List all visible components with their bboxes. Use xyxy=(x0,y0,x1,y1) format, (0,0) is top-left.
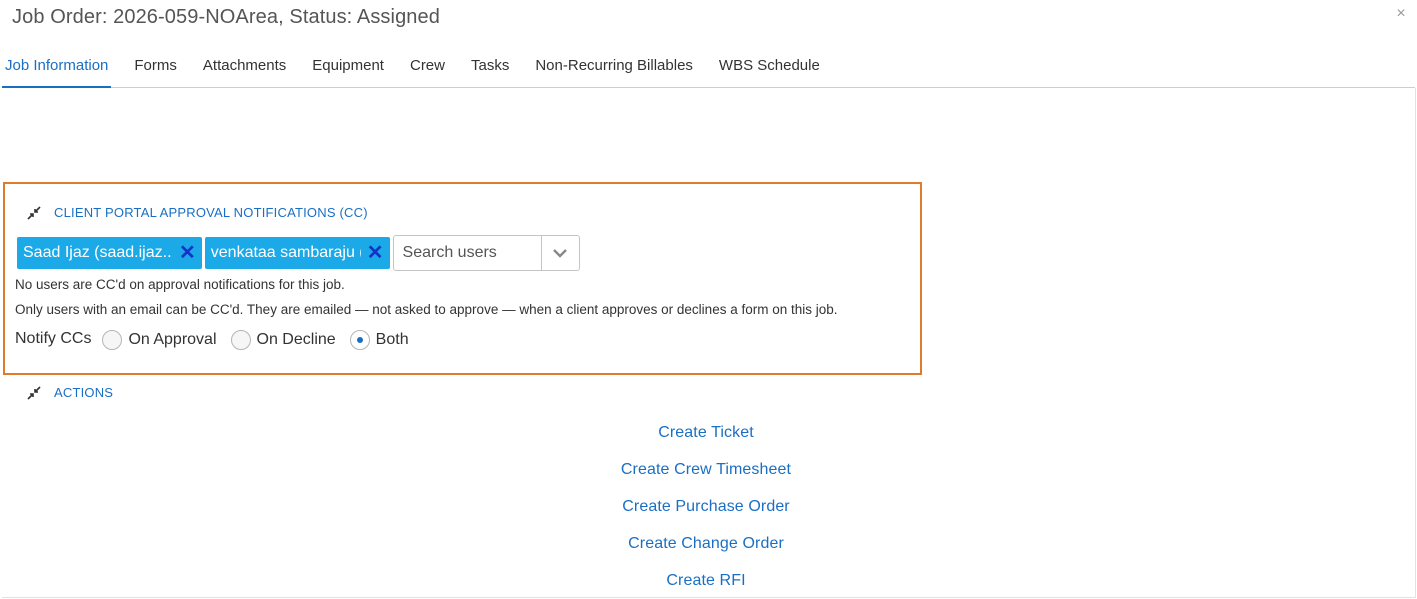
radio-button[interactable] xyxy=(102,330,123,350)
collapse-arrows-icon[interactable] xyxy=(27,205,41,220)
radio-both[interactable]: Both xyxy=(349,330,409,350)
tab-forms[interactable]: Forms xyxy=(131,50,180,87)
cc-rules-message: Only users with an email can be CC'd. Th… xyxy=(15,302,838,317)
panel-border xyxy=(1415,88,1416,598)
collapse-arrows-icon[interactable] xyxy=(27,385,41,400)
create-ticket-link[interactable]: Create Ticket xyxy=(0,424,1412,442)
panel-border xyxy=(2,597,1416,598)
job-order-dialog: Job Order: 2026-059-NOArea, Status: Assi… xyxy=(0,0,1417,599)
tab-job-information[interactable]: Job Information xyxy=(2,50,112,88)
actions-section-header[interactable]: ACTIONS xyxy=(27,385,113,400)
actions-section-title[interactable]: ACTIONS xyxy=(54,385,113,400)
no-users-message: No users are CC'd on approval notificati… xyxy=(15,277,345,292)
tab-equipment[interactable]: Equipment xyxy=(309,50,387,87)
search-users-input[interactable] xyxy=(393,236,541,270)
user-chip-label: Saad Ijaz (saad.ijaz... xyxy=(23,244,173,261)
create-crew-timesheet-link[interactable]: Create Crew Timesheet xyxy=(0,461,1412,479)
chevron-down-icon[interactable] xyxy=(540,236,579,270)
notify-ccs-group: Notify CCs On Approval On Decline Both xyxy=(15,330,423,350)
radio-on-approval[interactable]: On Approval xyxy=(102,330,217,350)
create-change-order-link[interactable]: Create Change Order xyxy=(0,535,1412,553)
notify-ccs-label: Notify CCs xyxy=(15,330,92,347)
radio-button[interactable] xyxy=(230,330,251,350)
tab-bar: Job Information Forms Attachments Equipm… xyxy=(2,50,1415,88)
create-purchase-order-link[interactable]: Create Purchase Order xyxy=(0,498,1412,516)
radio-on-decline[interactable]: On Decline xyxy=(230,330,336,350)
search-users-combobox xyxy=(392,235,580,271)
radio-button-checked[interactable] xyxy=(349,330,370,350)
create-rfi-link[interactable]: Create RFI xyxy=(0,572,1412,590)
radio-label: On Approval xyxy=(128,331,217,348)
user-chip: Saad Ijaz (saad.ijaz... ✕ xyxy=(17,237,202,269)
remove-icon[interactable]: ✕ xyxy=(179,243,196,263)
dialog-title: Job Order: 2026-059-NOArea, Status: Assi… xyxy=(12,6,440,28)
close-icon[interactable]: × xyxy=(1393,6,1409,22)
tab-tasks[interactable]: Tasks xyxy=(468,50,512,87)
cc-section-header[interactable]: CLIENT PORTAL APPROVAL NOTIFICATIONS (CC… xyxy=(27,205,368,220)
radio-label: Both xyxy=(375,331,409,348)
cc-notifications-panel: CLIENT PORTAL APPROVAL NOTIFICATIONS (CC… xyxy=(3,182,922,375)
user-chip: venkataa sambaraju (... ✕ xyxy=(204,237,390,269)
user-chip-label: venkataa sambaraju (... xyxy=(210,244,361,261)
tab-attachments[interactable]: Attachments xyxy=(200,50,289,87)
remove-icon[interactable]: ✕ xyxy=(367,243,384,263)
cc-section-title[interactable]: CLIENT PORTAL APPROVAL NOTIFICATIONS (CC… xyxy=(54,205,368,220)
radio-label: On Decline xyxy=(256,331,336,348)
cc-user-picker: Saad Ijaz (saad.ijaz... ✕ venkataa samba… xyxy=(17,235,580,271)
tab-non-recurring-billables[interactable]: Non-Recurring Billables xyxy=(532,50,696,87)
tab-crew[interactable]: Crew xyxy=(407,50,448,87)
tab-wbs-schedule[interactable]: WBS Schedule xyxy=(716,50,823,87)
